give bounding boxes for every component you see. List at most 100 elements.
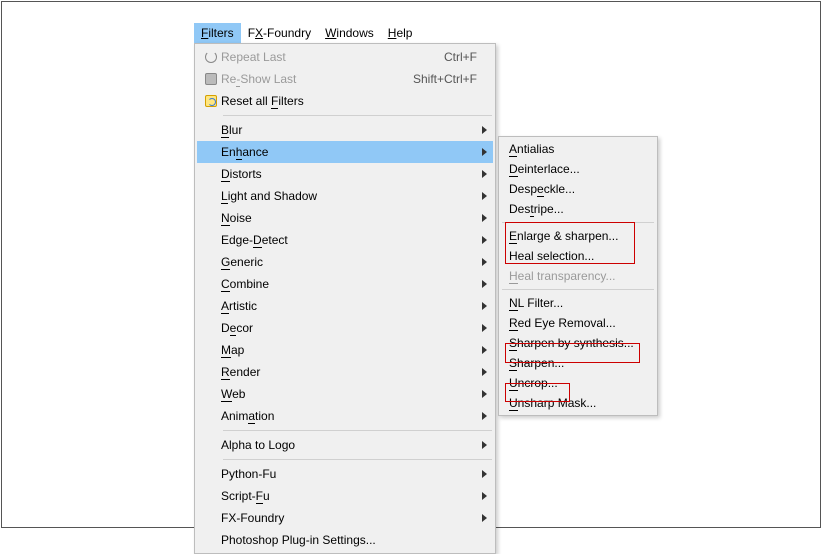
menu-enhance: Antialias Deinterlace... Despeckle... Destr…	[498, 136, 658, 416]
menu-item-label: Enhance	[221, 145, 477, 159]
menu-item-label: Sharpen...	[509, 356, 639, 370]
menu-item-label: Destripe...	[509, 202, 639, 216]
menu-item-enlarge-sharpen[interactable]: Enlarge & sharpen...	[501, 226, 655, 246]
menu-item-reset-all-filters[interactable]: Reset all Filters	[197, 90, 493, 112]
menu-item-label: Repeat Last	[221, 50, 424, 64]
menubar-item-help[interactable]: Help	[381, 23, 420, 43]
menu-item-heal-transparency: Heal transparency...	[501, 266, 655, 286]
menu-item-deinterlace[interactable]: Deinterlace...	[501, 159, 655, 179]
menu-item-despeckle[interactable]: Despeckle...	[501, 179, 655, 199]
menu-item-label: Script-Fu	[221, 489, 477, 503]
reshow-icon	[201, 73, 221, 85]
separator	[223, 115, 492, 116]
menu-item-label: FX-Foundry	[221, 511, 477, 525]
submenu-arrow-icon	[477, 321, 487, 335]
menu-item-sharpen[interactable]: Sharpen...	[501, 353, 655, 373]
menu-item-blur[interactable]: Blur	[197, 119, 493, 141]
menu-item-label: Photoshop Plug-in Settings...	[221, 533, 477, 547]
menu-item-sharpen-by-synthesis[interactable]: Sharpen by synthesis...	[501, 333, 655, 353]
menu-item-label: Heal selection...	[509, 249, 639, 263]
menubar-item-filters[interactable]: Filters	[194, 23, 241, 43]
submenu-arrow-icon	[477, 211, 487, 225]
menu-item-enhance[interactable]: Enhance	[197, 141, 493, 163]
submenu-arrow-icon	[477, 299, 487, 313]
menu-item-label: Generic	[221, 255, 477, 269]
menu-item-label: Light and Shadow	[221, 189, 477, 203]
menubar-item-windows[interactable]: Windows	[318, 23, 381, 43]
submenu-arrow-icon	[477, 467, 487, 481]
menu-item-nl-filter[interactable]: NL Filter...	[501, 293, 655, 313]
menubar: FiltersFX-FoundryWindowsHelp	[194, 23, 419, 43]
menu-item-label: Red Eye Removal...	[509, 316, 639, 330]
menu-item-web[interactable]: Web	[197, 383, 493, 405]
menu-item-light-and-shadow[interactable]: Light and Shadow	[197, 185, 493, 207]
menu-item-label: Antialias	[509, 142, 639, 156]
menu-item-label: Heal transparency...	[509, 269, 639, 283]
submenu-arrow-icon	[477, 343, 487, 357]
menu-item-label: NL Filter...	[509, 296, 639, 310]
separator	[502, 289, 654, 290]
menu-item-python-fu[interactable]: Python-Fu	[197, 463, 493, 485]
submenu-arrow-icon	[477, 189, 487, 203]
separator	[502, 222, 654, 223]
menu-item-label: Python-Fu	[221, 467, 477, 481]
menu-item-alpha-to-logo[interactable]: Alpha to Logo	[197, 434, 493, 456]
menu-item-photoshop-plug-in-settings[interactable]: Photoshop Plug-in Settings...	[197, 529, 493, 551]
menu-filters: Repeat LastCtrl+F Re-Show Last Shift+Ctrl+…	[194, 43, 496, 554]
menu-item-label: Re-Show Last	[221, 72, 393, 86]
menu-item-label: Map	[221, 343, 477, 357]
separator	[223, 430, 492, 431]
repeat-icon	[201, 51, 221, 63]
reset-icon	[201, 95, 221, 107]
menu-item-label: Web	[221, 387, 477, 401]
submenu-arrow-icon	[477, 511, 487, 525]
menu-item-label: Decor	[221, 321, 477, 335]
menu-item-label: Reset all Filters	[221, 94, 477, 108]
menu-item-label: Sharpen by synthesis...	[509, 336, 639, 350]
menu-item-label: Edge-Detect	[221, 233, 477, 247]
submenu-arrow-icon	[477, 255, 487, 269]
menu-item-label: Artistic	[221, 299, 477, 313]
menu-item-generic[interactable]: Generic	[197, 251, 493, 273]
submenu-arrow-icon	[477, 365, 487, 379]
menu-item-label: Despeckle...	[509, 182, 639, 196]
menu-item-map[interactable]: Map	[197, 339, 493, 361]
menu-item-render[interactable]: Render	[197, 361, 493, 383]
menu-item-repeat-last: Repeat LastCtrl+F	[197, 46, 493, 68]
submenu-arrow-icon	[477, 167, 487, 181]
menu-item-label: Enlarge & sharpen...	[509, 229, 639, 243]
menu-item-script-fu[interactable]: Script-Fu	[197, 485, 493, 507]
menu-item-destripe[interactable]: Destripe...	[501, 199, 655, 219]
submenu-arrow-icon	[477, 387, 487, 401]
menu-item-label: Unsharp Mask...	[509, 396, 639, 410]
menu-item-edge-detect[interactable]: Edge-Detect	[197, 229, 493, 251]
menu-item-label: Deinterlace...	[509, 162, 639, 176]
menu-item-label: Blur	[221, 123, 477, 137]
menu-item-noise[interactable]: Noise	[197, 207, 493, 229]
menu-item-red-eye-removal[interactable]: Red Eye Removal...	[501, 313, 655, 333]
menu-item-unsharp-mask[interactable]: Unsharp Mask...	[501, 393, 655, 413]
submenu-arrow-icon	[477, 233, 487, 247]
menu-item-antialias[interactable]: Antialias	[501, 139, 655, 159]
menu-item-heal-selection[interactable]: Heal selection...	[501, 246, 655, 266]
menu-item-animation[interactable]: Animation	[197, 405, 493, 427]
menu-item-artistic[interactable]: Artistic	[197, 295, 493, 317]
submenu-arrow-icon	[477, 277, 487, 291]
menu-item-label: Uncrop...	[509, 376, 639, 390]
menu-item-distorts[interactable]: Distorts	[197, 163, 493, 185]
submenu-arrow-icon	[477, 438, 487, 452]
menu-item-label: Render	[221, 365, 477, 379]
menu-item-fx-foundry[interactable]: FX-Foundry	[197, 507, 493, 529]
menu-item-re-show-last: Re-Show Last Shift+Ctrl+F	[197, 68, 493, 90]
submenu-arrow-icon	[477, 145, 487, 159]
menu-item-accel: Shift+Ctrl+F	[413, 72, 477, 86]
menu-item-label: Alpha to Logo	[221, 438, 477, 452]
menu-item-uncrop[interactable]: Uncrop...	[501, 373, 655, 393]
separator	[223, 459, 492, 460]
menu-item-decor[interactable]: Decor	[197, 317, 493, 339]
menu-item-combine[interactable]: Combine	[197, 273, 493, 295]
menubar-item-fx-foundry[interactable]: FX-Foundry	[241, 23, 318, 43]
submenu-arrow-icon	[477, 409, 487, 423]
menu-item-label: Distorts	[221, 167, 477, 181]
submenu-arrow-icon	[477, 123, 487, 137]
